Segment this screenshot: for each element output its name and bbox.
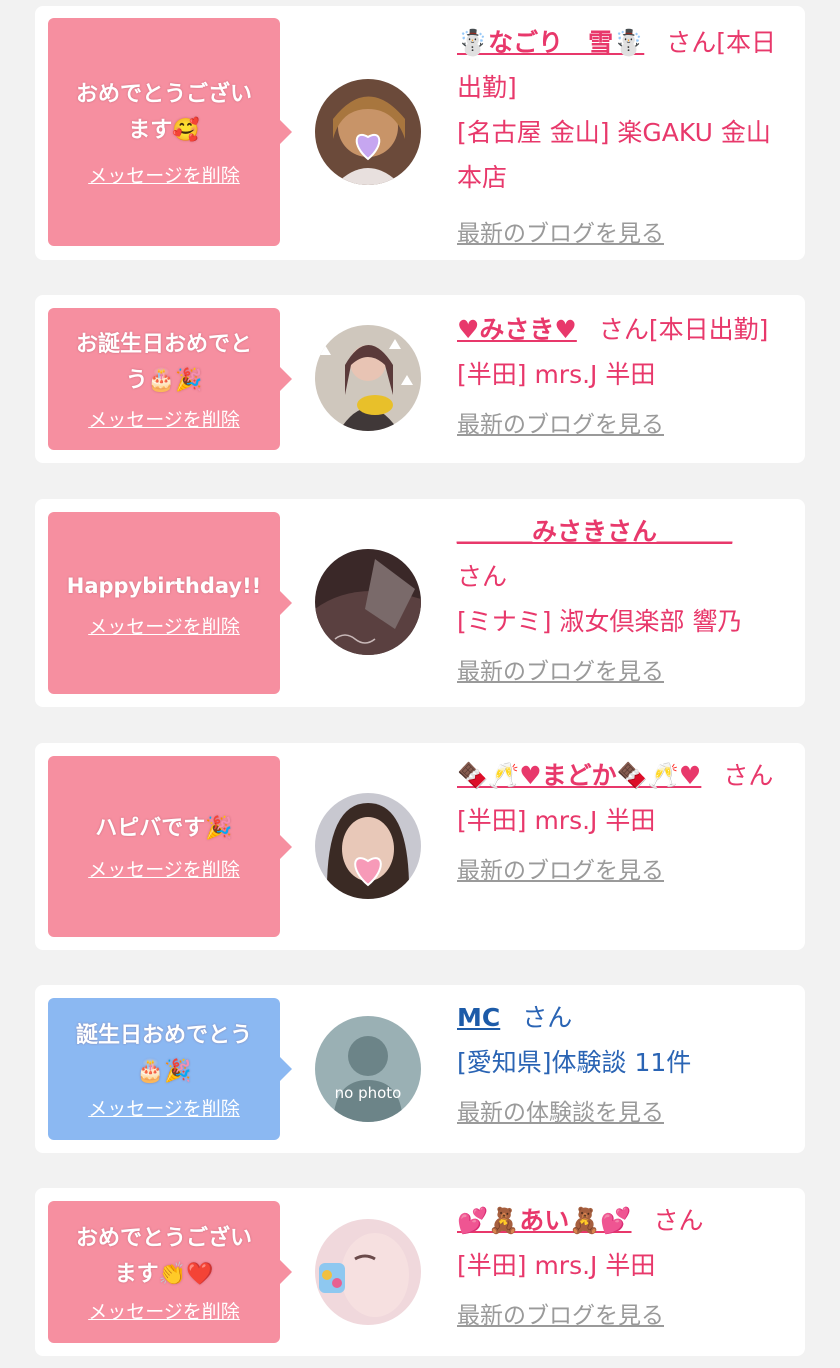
cast-info: ♥みさき♥ さん[本日出勤] [半田] mrs.J 半田 最新のブログを見る [457, 307, 789, 448]
shop-name: [半田] mrs.J 半田 [457, 1251, 656, 1280]
message-bubble: おめでとうござい ます👏❤️ メッセージを削除 [48, 1201, 292, 1343]
avatar[interactable] [315, 79, 421, 185]
avatar-photo [315, 1219, 421, 1325]
message-bubble: ハピバです🎉 メッセージを削除 [48, 756, 292, 937]
shop-name: [半田] mrs.J 半田 [457, 806, 656, 835]
message-line: 誕生日おめでとう [75, 1022, 252, 1048]
cast-name-link[interactable]: ♥みさき♥ [457, 315, 577, 344]
latest-blog-link[interactable]: 最新のブログを見る [457, 1294, 664, 1339]
honorific: さん [653, 1206, 704, 1235]
avatar-photo [315, 325, 421, 431]
message-line: ます🥰 [128, 117, 200, 143]
avatar-photo [315, 79, 421, 185]
avatar-photo [315, 793, 421, 899]
avatar[interactable] [315, 1219, 421, 1325]
avatar-photo [315, 549, 421, 655]
message-line: 🎂🎉 [136, 1058, 192, 1084]
latest-blog-link[interactable]: 最新のブログを見る [457, 212, 664, 257]
message-line: ます👏❤️ [114, 1261, 214, 1287]
shop-name: [名古屋 金山] 楽GAKU 金山本店 [457, 118, 771, 192]
avatar[interactable]: no photo [315, 1016, 421, 1122]
name-line: 🍫🥂♥まどか🍫🥂♥ さん [457, 753, 789, 798]
message-line: おめでとうござい [75, 81, 252, 107]
delete-message-link[interactable]: メッセージを削除 [88, 1297, 240, 1324]
cast-info: ＿＿＿みさきさん＿＿＿ さん [ミナミ] 淑女倶楽部 響乃 最新のブログを見る [457, 509, 789, 695]
message-card: おめでとうござい ます👏❤️ メッセージを削除 💕🧸あい🧸💕 さん [半田] mr… [35, 1188, 805, 1356]
message-text: おめでとうござい ます🥰 [76, 77, 252, 149]
message-line: Happybirthday!! [66, 573, 262, 598]
message-card: ハピバです🎉 メッセージを削除 🍫🥂♥まどか🍫🥂♥ さん [半田] mrs.J 半… [35, 743, 805, 950]
message-bubble: 誕生日おめでとう 🎂🎉 メッセージを削除 [48, 998, 292, 1140]
name-line: ☃️なごり 雪☃️ さん[本日出勤] [457, 20, 789, 110]
message-bubble: お誕生日おめでと う🎂🎉 メッセージを削除 [48, 308, 292, 450]
shop-name: [半田] mrs.J 半田 [457, 360, 656, 389]
message-text: おめでとうござい ます👏❤️ [76, 1221, 252, 1293]
birthday-message-list: おめでとうござい ます🥰 メッセージを削除 ☃️なごり 雪☃️ さん[本日出勤] … [0, 0, 840, 1368]
avatar[interactable] [315, 793, 421, 899]
latest-blog-link[interactable]: 最新のブログを見る [457, 650, 664, 695]
cast-name-link[interactable]: 💕🧸あい🧸💕 [457, 1206, 632, 1235]
delete-message-link[interactable]: メッセージを削除 [88, 161, 240, 188]
message-card: お誕生日おめでと う🎂🎉 メッセージを削除 ♥みさき♥ さん[本日出勤] [半田]… [35, 295, 805, 463]
no-photo-label: no photo [334, 1084, 402, 1102]
honorific: さん [723, 761, 774, 790]
message-text: Happybirthday!! [67, 568, 261, 604]
avatar[interactable] [315, 549, 421, 655]
latest-blog-link[interactable]: 最新のブログを見る [457, 403, 664, 448]
cast-info: 💕🧸あい🧸💕 さん [半田] mrs.J 半田 最新のブログを見る [457, 1198, 789, 1339]
name-line: 💕🧸あい🧸💕 さん [457, 1198, 789, 1243]
review-count: [愛知県]体験談 11件 [457, 1048, 692, 1077]
honorific: さん [666, 28, 717, 57]
delete-message-link[interactable]: メッセージを削除 [88, 405, 240, 432]
shop-name: [ミナミ] 淑女倶楽部 響乃 [457, 607, 743, 636]
name-line: ＿＿＿みさきさん＿＿＿ [457, 509, 789, 554]
message-card: 誕生日おめでとう 🎂🎉 メッセージを削除 no photo MC さん [愛知県]… [35, 985, 805, 1153]
message-bubble: Happybirthday!! メッセージを削除 [48, 512, 292, 694]
honorific: さん [522, 1003, 573, 1032]
message-text: ハピバです🎉 [95, 811, 232, 847]
message-text: お誕生日おめでと う🎂🎉 [76, 327, 252, 399]
message-line: う🎂🎉 [125, 367, 203, 393]
latest-blog-link[interactable]: 最新のブログを見る [457, 849, 664, 894]
delete-message-link[interactable]: メッセージを削除 [88, 855, 240, 882]
message-card: おめでとうござい ます🥰 メッセージを削除 ☃️なごり 雪☃️ さん[本日出勤] … [35, 6, 805, 260]
message-line: お誕生日おめでと [75, 331, 252, 357]
avatar[interactable] [315, 325, 421, 431]
reviewer-name-link[interactable]: MC [457, 1003, 500, 1032]
cast-info: ☃️なごり 雪☃️ さん[本日出勤] [名古屋 金山] 楽GAKU 金山本店 最新… [457, 20, 789, 257]
cast-name-link[interactable]: ☃️なごり 雪☃️ [457, 28, 644, 57]
avatar-photo [315, 1016, 421, 1122]
delete-message-link[interactable]: メッセージを削除 [88, 612, 240, 639]
cast-name-link[interactable]: ＿＿＿みさきさん＿＿＿ [457, 517, 732, 546]
latest-review-link[interactable]: 最新の体験談を見る [457, 1091, 664, 1136]
message-bubble: おめでとうござい ます🥰 メッセージを削除 [48, 18, 292, 246]
message-line: おめでとうござい [75, 1225, 252, 1251]
cast-info: 🍫🥂♥まどか🍫🥂♥ さん [半田] mrs.J 半田 最新のブログを見る [457, 753, 789, 894]
honorific: さん [457, 562, 508, 591]
delete-message-link[interactable]: メッセージを削除 [88, 1094, 240, 1121]
name-line: MC さん [457, 995, 789, 1040]
cast-name-link[interactable]: 🍫🥂♥まどか🍫🥂♥ [457, 761, 701, 790]
message-text: 誕生日おめでとう 🎂🎉 [76, 1018, 252, 1090]
message-card: Happybirthday!! メッセージを削除 ＿＿＿みさきさん＿＿＿ さん … [35, 499, 805, 707]
reviewer-info: MC さん [愛知県]体験談 11件 最新の体験談を見る [457, 995, 789, 1136]
message-line: ハピバです🎉 [95, 816, 233, 841]
name-line: ♥みさき♥ さん[本日出勤] [457, 307, 789, 352]
honorific: さん [598, 315, 649, 344]
work-status: [本日出勤] [648, 315, 769, 344]
